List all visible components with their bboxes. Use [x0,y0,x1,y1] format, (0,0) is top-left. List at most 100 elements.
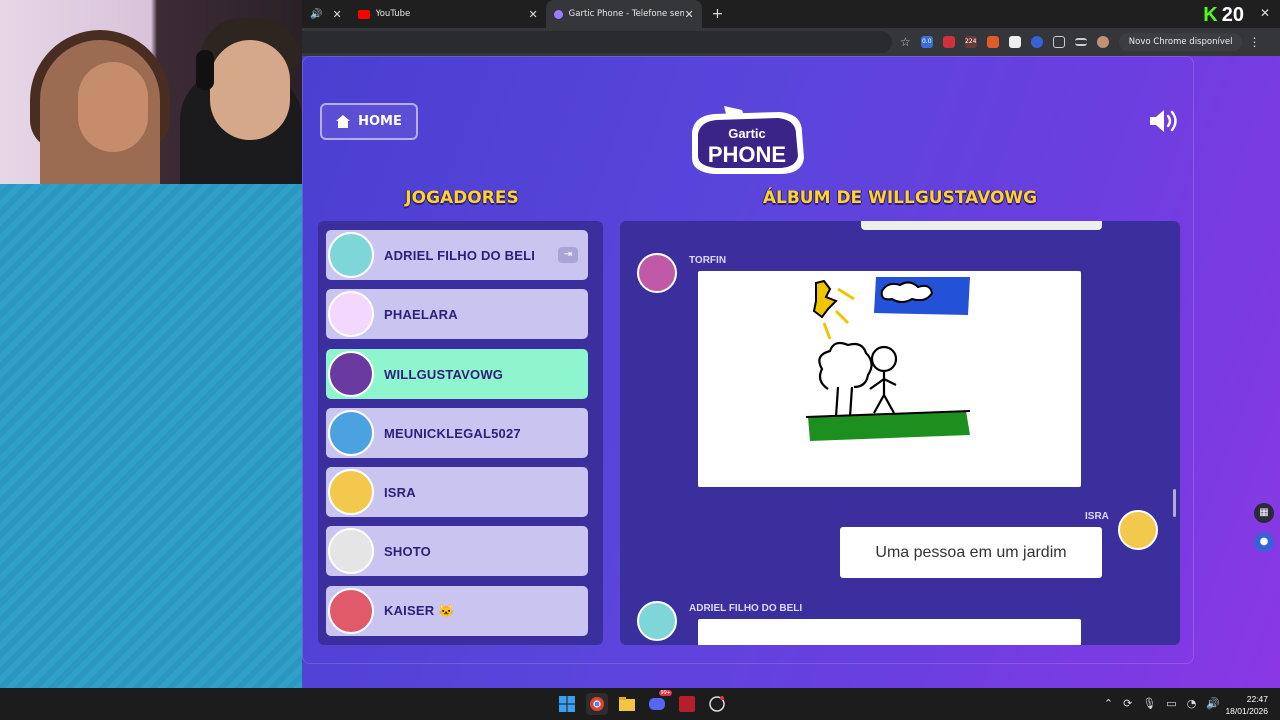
kick-logo-icon: K [1203,4,1218,26]
album-panel: TORFIN ISRA Uma pessoa em um jardim ADRI… [620,221,1180,645]
player-avatar [328,588,374,634]
player-name: MEUNICKLEGAL5027 [384,425,521,441]
system-tray: ⌃ ⟳ 🎙 ▭ ◔ 🔊 [1104,697,1220,710]
author-avatar [637,253,677,293]
drawing-canvas [698,271,1081,487]
drawing-image [805,277,971,441]
taskbar-clock[interactable]: 22:47 18/01/2026 [1225,693,1268,717]
player-item[interactable]: PHAELARA [326,289,588,339]
player-avatar [328,410,374,456]
player-item[interactable]: KAISER 🐱 [326,586,588,636]
player-item[interactable]: SHOTO [326,526,588,576]
viewer-count: 20 [1221,4,1244,26]
player-name: SHOTO [384,543,431,559]
chrome-icon[interactable] [586,693,608,715]
menu-dots-icon[interactable]: ⋮ [1248,35,1260,49]
player-item[interactable]: MEUNICKLEGAL5027 [326,408,588,458]
album-heading: ÁLBUM DE WILLGUSTAVOWG [762,188,1038,208]
desktop-background [0,184,302,688]
clock-date: 18/01/2026 [1225,706,1268,716]
tab-title: YouTube [375,9,411,19]
home-button[interactable]: HOME [320,103,418,140]
player-avatar [328,528,374,574]
extension-icon[interactable] [1008,36,1021,48]
tab-gartic-phone[interactable]: Gartic Phone - Telefone sem fio ✕ [545,0,702,28]
player-avatar [328,351,374,397]
microphone-icon[interactable]: 🎙 [1142,697,1156,710]
player-name: PHAELARA [384,306,458,322]
svg-text:PHONE: PHONE [708,142,786,167]
youtube-icon [357,9,370,19]
webcam-overlay [0,0,302,184]
bookmark-star-icon[interactable]: ☆ [900,35,911,49]
discord-icon[interactable]: ● [1254,532,1274,552]
wifi-icon[interactable]: ◔ [1187,697,1197,710]
entry-author: TORFIN [689,255,727,266]
players-list: ADRIEL FILHO DO BELI ⇥ PHAELARA WILLGUST… [318,221,603,645]
author-avatar [637,601,677,641]
player-avatar [328,469,374,515]
extension-icon[interactable] [942,36,955,48]
author-avatar [1118,510,1158,550]
notification-badge: 99+ [659,690,672,696]
guess-caption: Uma pessoa em um jardim [840,527,1102,578]
gartic-icon [553,9,563,19]
next-card [698,619,1081,645]
grid-icon[interactable]: ▦ [1254,503,1274,523]
players-heading: JOGADORES [405,188,519,208]
player-name: KAISER 🐱 [384,603,455,618]
player-avatar [328,291,374,337]
extension-icon[interactable] [986,36,999,48]
extension-icon[interactable] [1030,36,1043,48]
taskbar-apps: 99+ [556,690,728,715]
entry-author: ADRIEL FILHO DO BELI [689,603,803,614]
kick-viewer-badge: K 20 [1203,4,1244,27]
update-chrome-button[interactable]: Novo Chrome disponível [1118,33,1243,51]
extensions-area: 0.0 224 [920,36,1109,48]
player-name: ADRIEL FILHO DO BELI [384,247,536,263]
windows-taskbar: 99+ ⌃ ⟳ 🎙 ▭ ◔ 🔊 22:47 18/01/2026 [0,688,1280,720]
window-close-icon[interactable]: ✕ [1260,6,1270,20]
tab-youtube[interactable]: YouTube ✕ [350,0,546,28]
sync-icon[interactable]: ⟳ [1123,697,1132,710]
chevron-up-icon[interactable]: ⌃ [1104,697,1113,710]
discord-taskbar-icon[interactable]: 99+ [646,690,672,715]
new-tab-button[interactable]: + [712,6,724,22]
home-label: HOME [358,114,402,129]
gartic-phone-logo: Gartic PHONE [692,106,804,174]
clock-time: 22:47 [1246,694,1268,704]
previous-card-edge [861,221,1102,230]
close-icon[interactable]: ✕ [332,8,341,21]
gartic-phone-game: HOME Gartic PHONE JOGADORES ÁLBUM DE WIL… [302,56,1280,688]
reading-list-icon[interactable] [1074,38,1087,46]
obs-icon[interactable] [706,693,728,715]
video-app-icon[interactable] [676,693,698,715]
file-explorer-icon[interactable] [616,693,638,715]
album-scrollbar[interactable] [1173,489,1176,517]
player-item-active[interactable]: WILLGUSTAVOWG [326,349,588,399]
browser-tab-bar: 🔊 ✕ YouTube ✕ Gartic Phone - Telefone se… [302,0,1280,28]
player-name: WILLGUSTAVOWG [384,366,504,382]
tab-audio-icon[interactable]: 🔊 [310,9,322,20]
player-item[interactable]: ISRA [326,467,588,517]
volume-icon[interactable]: 🔊 [1206,697,1220,710]
home-icon [336,115,351,128]
close-icon[interactable]: ✕ [684,8,693,21]
kick-player-icon[interactable]: ⇥ [558,247,578,263]
player-name: ISRA [384,484,416,500]
extension-icon[interactable]: 224 [964,36,977,48]
display-icon[interactable]: ▭ [1166,697,1176,710]
windows-start-icon[interactable] [556,693,578,715]
extension-icon[interactable]: 0.0 [920,36,933,48]
svg-text:Gartic: Gartic [728,126,766,141]
sound-icon[interactable] [1148,108,1180,134]
entry-author: ISRA [1085,511,1109,522]
close-icon[interactable]: ✕ [528,8,537,21]
address-bar[interactable] [302,31,892,53]
tab-title: Gartic Phone - Telefone sem fio [568,9,685,19]
puzzle-icon[interactable] [1052,36,1065,48]
browser-toolbar: ☆ 0.0 224 Novo Chrome disponível ⋮ [302,28,1280,56]
profile-avatar[interactable] [1096,36,1109,48]
player-avatar [328,232,374,278]
player-item[interactable]: ADRIEL FILHO DO BELI ⇥ [326,230,588,280]
